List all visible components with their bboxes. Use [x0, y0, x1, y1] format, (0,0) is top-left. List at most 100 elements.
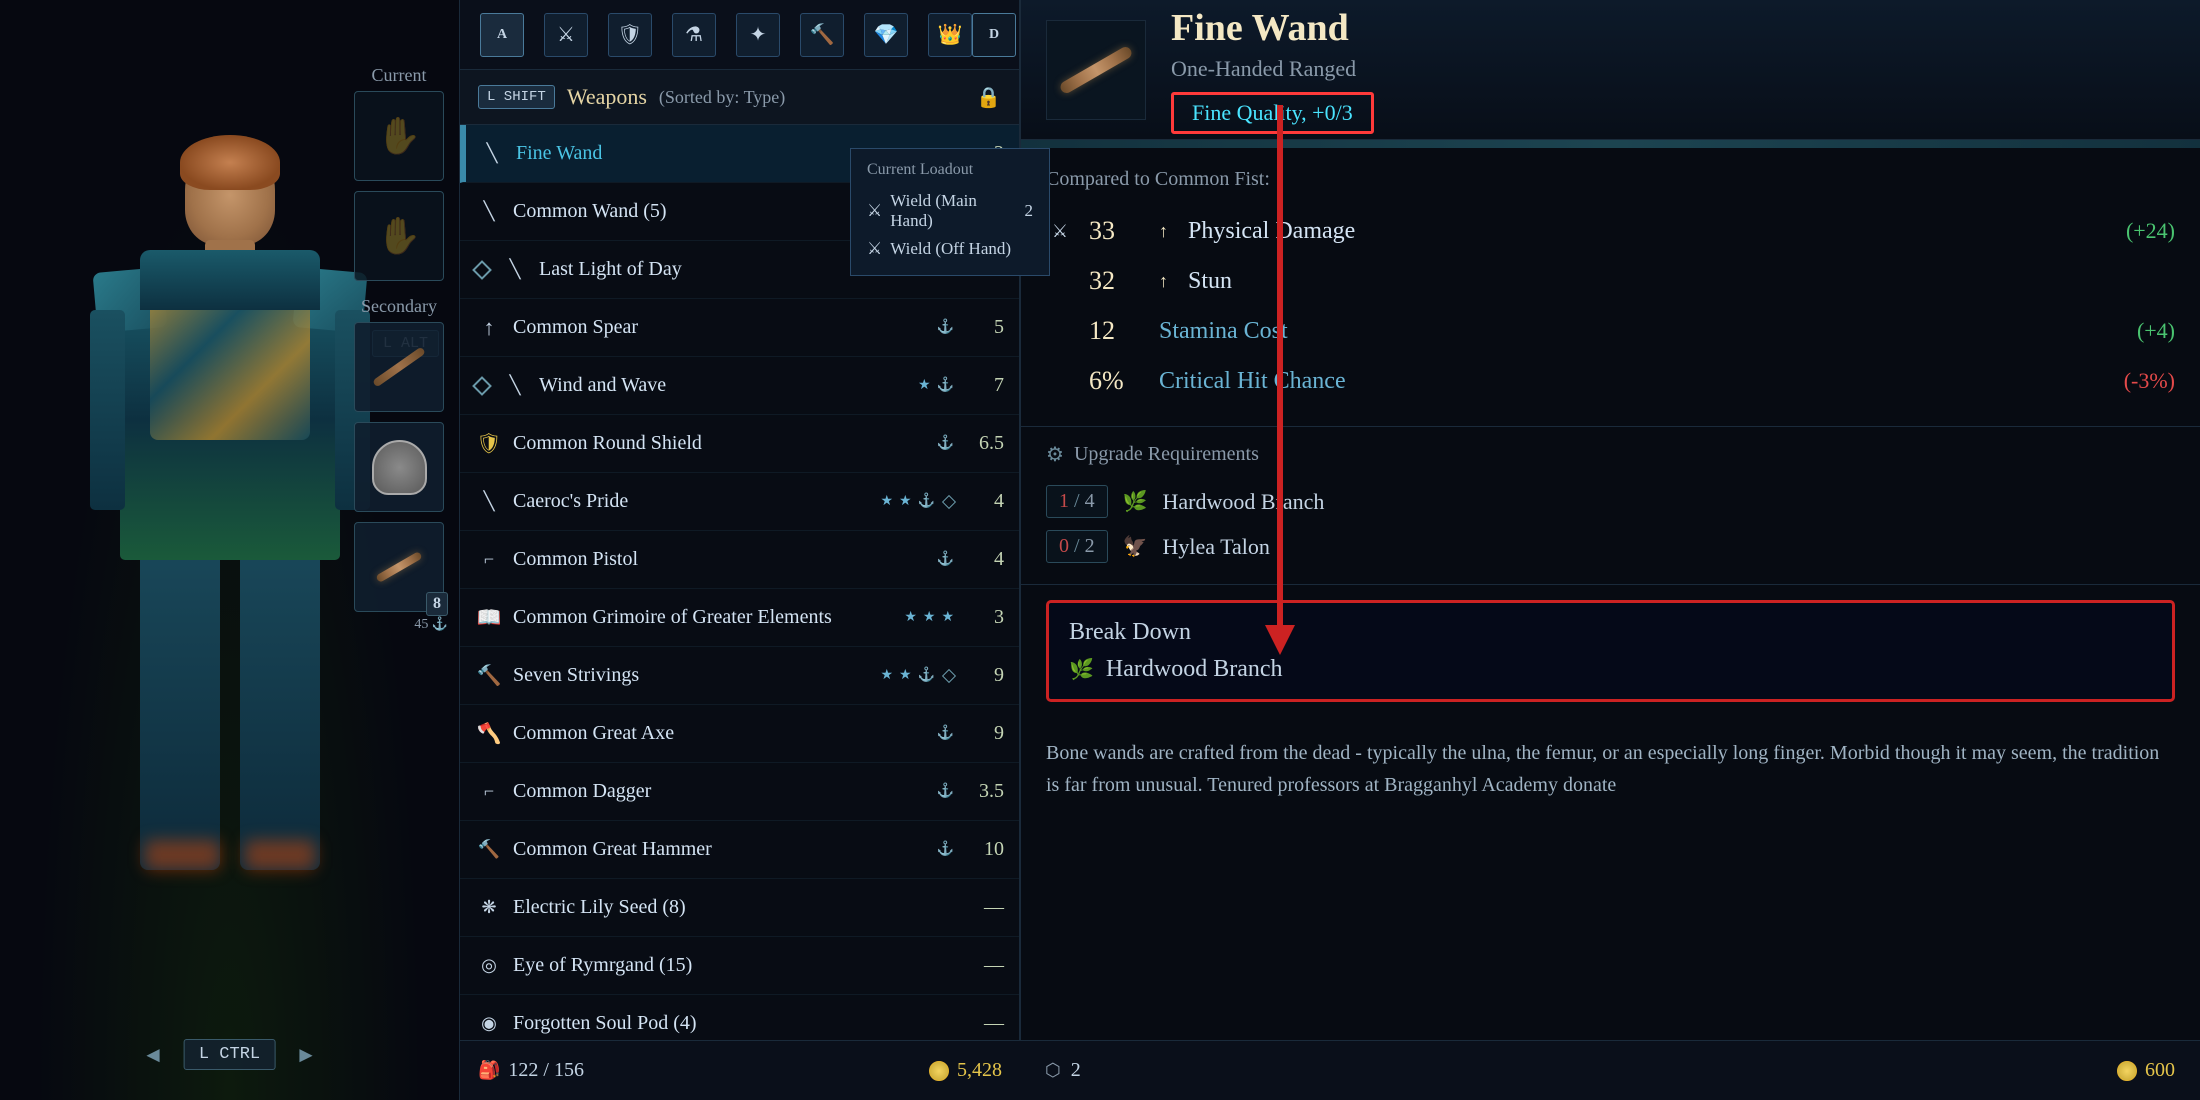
breakdown-item-name: Hardwood Branch: [1106, 656, 1283, 683]
character-panel: L ALT Current ✋ ✋ Secondary 8: [0, 0, 460, 1100]
description-area: Bone wands are crafted from the dead - t…: [1021, 717, 2200, 821]
item-weight: —: [964, 1012, 1004, 1035]
list-item[interactable]: 🔨 Common Great Hammer ⚓ 10: [460, 821, 1019, 879]
item-name: Wind and Wave: [539, 374, 918, 397]
list-item[interactable]: ⌐ Common Dagger ⚓ 3.5: [460, 763, 1019, 821]
list-item[interactable]: 🛡 Common Round Shield ⚓ 6.5: [460, 415, 1019, 473]
loadout-item-main[interactable]: ⚔ Wield (Main Hand) 2: [867, 187, 1019, 235]
secondary-label: Secondary: [354, 296, 444, 317]
badge-diamond: [942, 668, 956, 682]
item-name: Common Pistol: [513, 548, 937, 571]
lshift-key[interactable]: L SHIFT: [478, 85, 555, 109]
item-icon: 🔨: [475, 662, 503, 690]
weapons-icon-btn[interactable]: ⚔: [544, 13, 588, 57]
current-label: Current: [354, 65, 444, 86]
item-badges: ⚓: [937, 841, 954, 858]
list-item[interactable]: ◉ Forgotten Soul Pod (4) —: [460, 995, 1019, 1040]
quality-badge: Fine Quality, +0/3: [1171, 92, 1374, 134]
upgrade-count-2: 0 / 2: [1046, 530, 1108, 563]
item-icon: ╲: [501, 372, 529, 400]
item-badges: ⚓: [937, 551, 954, 568]
equip-slot-secondary-1[interactable]: [354, 322, 444, 412]
gold-value: 5,428: [957, 1059, 1002, 1082]
equip-slot-secondary-3[interactable]: 8 45 ⚓: [354, 522, 444, 612]
crown-icon-btn[interactable]: 👑: [928, 13, 972, 57]
detail-bottom-bar: ⬡ 2 600: [1020, 1040, 2200, 1100]
carry-weight: 🎒 122 / 156: [478, 1059, 584, 1082]
list-item[interactable]: 📖 Common Grimoire of Greater Elements ★ …: [460, 589, 1019, 647]
key-btn-a[interactable]: A: [480, 13, 524, 57]
item-icon: 🛡: [475, 430, 503, 458]
detail-slots: ⬡ 2: [1045, 1059, 1081, 1082]
breakdown-item-icon: 🌿: [1069, 657, 1094, 682]
breakdown-item: 🌿 Hardwood Branch: [1069, 656, 2152, 683]
shield-icon: [372, 440, 427, 495]
list-item[interactable]: 🪓 Common Great Axe ⚓ 9: [460, 705, 1019, 763]
slots-icon: ⬡: [1045, 1060, 1061, 1081]
lock-icon[interactable]: 🔒: [976, 85, 1001, 110]
item-badges: ★ ⚓: [918, 377, 954, 394]
item-weight: 9: [964, 722, 1004, 745]
upgrade-row-1: 1 / 4 🌿 Hardwood Branch: [1046, 479, 2175, 524]
equip-slot-off[interactable]: ✋: [354, 191, 444, 281]
item-badges: ★ ★ ★: [904, 609, 954, 626]
loadout-item-off[interactable]: ⚔ Wield (Off Hand): [867, 235, 1019, 263]
equip-slot-main[interactable]: ✋: [354, 91, 444, 181]
item-icon: ◉: [475, 1010, 503, 1038]
item-icon: ◎: [475, 952, 503, 980]
craft-icon-btn[interactable]: 🔨: [800, 13, 844, 57]
icon-bar-right: D: [972, 13, 1016, 57]
magic-icon-btn[interactable]: ✦: [736, 13, 780, 57]
nav-left-arrow[interactable]: ◄: [142, 1042, 164, 1068]
list-item[interactable]: ◎ Eye of Rymrgand (15) —: [460, 937, 1019, 995]
item-name: Eye of Rymrgand (15): [513, 954, 964, 977]
gem-icon-btn[interactable]: 💎: [864, 13, 908, 57]
upgrade-need-2: 2: [1085, 535, 1095, 557]
item-badges: ⚓: [937, 725, 954, 742]
stat-value-stun: 32: [1089, 266, 1144, 296]
carry-weight-value: 122 / 156: [508, 1059, 584, 1082]
compared-label: Compared to Common Fist:: [1046, 168, 2175, 191]
item-icon: 📖: [475, 604, 503, 632]
breakdown-section[interactable]: Break Down 🌿 Hardwood Branch: [1046, 600, 2175, 702]
upgrade-have-1: 1: [1059, 490, 1069, 512]
upgrade-section: Upgrade Requirements 1 / 4 🌿 Hardwood Br…: [1021, 427, 2200, 585]
lctrl-key[interactable]: L CTRL: [184, 1039, 275, 1070]
list-item[interactable]: ⌐ Common Pistol ⚓ 4: [460, 531, 1019, 589]
item-weight: 9: [964, 664, 1004, 687]
item-description: Bone wands are crafted from the dead - t…: [1046, 737, 2175, 801]
list-item[interactable]: ❋ Electric Lily Seed (8) —: [460, 879, 1019, 937]
item-name: Last Light of Day: [539, 258, 899, 281]
list-item[interactable]: ↑ Common Spear ⚓ 5: [460, 299, 1019, 357]
item-name: Common Round Shield: [513, 432, 937, 455]
hand-icon-main: ✋: [377, 115, 422, 157]
detail-gold-coin-icon: [2117, 1061, 2137, 1081]
upgrade-have-2: 0: [1059, 535, 1069, 557]
loadout-item-icon: ⚔: [867, 201, 882, 221]
armor-icon-btn[interactable]: 🛡: [608, 13, 652, 57]
list-item[interactable]: ╲ Caeroc's Pride ★ ★ ⚓ 4: [460, 473, 1019, 531]
list-item[interactable]: ╲ Wind and Wave ★ ⚓ 7: [460, 357, 1019, 415]
upgrade-item-name-2: Hylea Talon: [1162, 534, 1269, 560]
item-name: Forgotten Soul Pod (4): [513, 1012, 964, 1035]
stat-diff-stamina: (+4): [2137, 318, 2175, 344]
item-weight: —: [964, 896, 1004, 919]
stat-value-stamina: 12: [1089, 316, 1144, 346]
stat-row-stun: 32 ↑ Stun: [1046, 256, 2175, 306]
item-title-block: Fine Wand One-Handed Ranged Fine Quality…: [1171, 6, 2175, 134]
category-title: Weapons: [567, 84, 647, 110]
item-diamond-icon: [472, 260, 492, 280]
equip-slot-secondary-2[interactable]: [354, 422, 444, 512]
item-icon: ⌐: [475, 778, 503, 806]
stat-name-stun: Stun: [1188, 268, 2175, 295]
key-btn-d[interactable]: D: [972, 13, 1016, 57]
list-item[interactable]: 🔨 Seven Strivings ★ ★ ⚓ 9: [460, 647, 1019, 705]
stat-sword-icon: ⚔: [1046, 217, 1074, 245]
item-icon: ⌐: [475, 546, 503, 574]
nav-right-arrow[interactable]: ►: [295, 1042, 317, 1068]
item-badges: ⚓: [937, 435, 954, 452]
stat-value-physical: 33: [1089, 216, 1144, 246]
items-icon-btn[interactable]: ⚗: [672, 13, 716, 57]
upgrade-item-name-1: Hardwood Branch: [1162, 489, 1324, 515]
stat-name-stamina: Stamina Cost: [1159, 318, 2122, 345]
